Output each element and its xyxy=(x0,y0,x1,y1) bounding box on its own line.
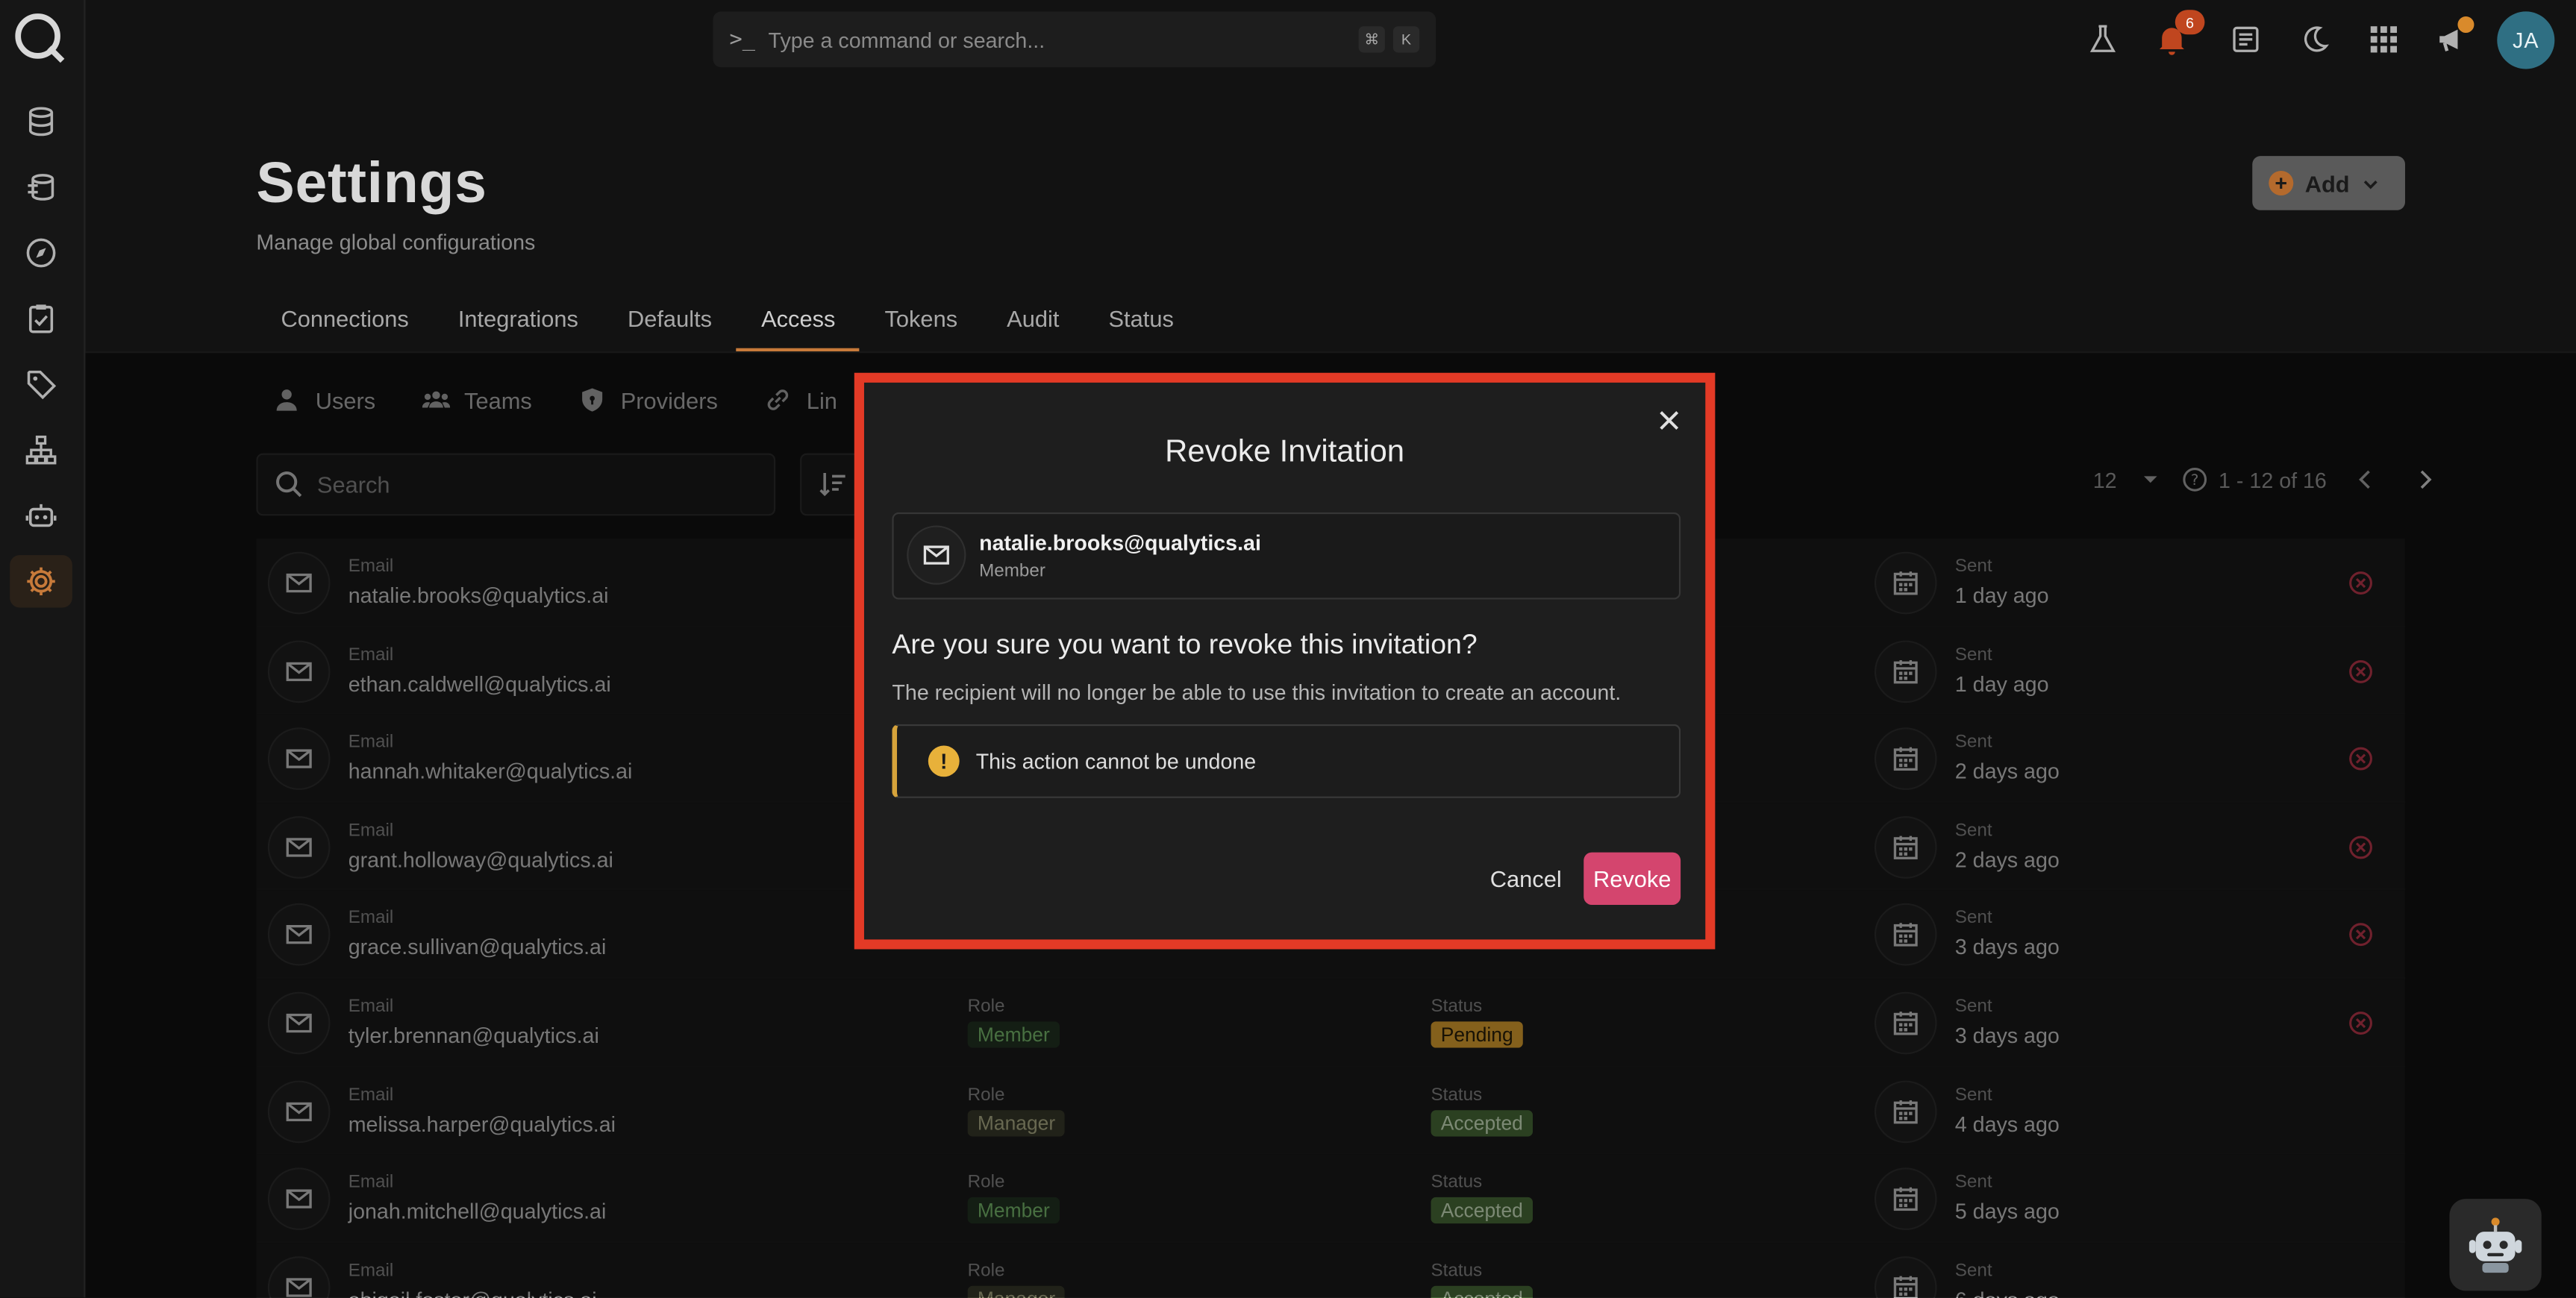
page-subtitle: Manage global configurations xyxy=(256,230,536,255)
sidebar xyxy=(0,0,86,1298)
notification-count-badge: 6 xyxy=(2175,10,2205,35)
sidebar-item-flows[interactable] xyxy=(10,161,72,213)
stack-flow-icon xyxy=(28,174,54,201)
command-search-input[interactable]: >_ Type a command or search... ⌘ K xyxy=(713,11,1437,68)
sidebar-item-explore[interactable] xyxy=(10,227,72,279)
close-icon[interactable] xyxy=(1657,409,1681,432)
user-avatar[interactable]: JA xyxy=(2497,11,2555,69)
confirm-explanation: The recipient will no longer be able to … xyxy=(892,680,1622,705)
sidebar-item-hierarchy[interactable] xyxy=(10,424,72,476)
settings-tabs: Connections Integrations Defaults Access… xyxy=(256,292,1198,352)
warning-text: This action cannot be undone xyxy=(975,748,1257,774)
page-title: Settings xyxy=(256,151,487,216)
revoke-button[interactable]: Revoke xyxy=(1584,852,1681,906)
document-icon xyxy=(2233,26,2259,52)
tab-status[interactable]: Status xyxy=(1084,292,1198,351)
clipboard-check-icon xyxy=(28,304,54,333)
tab-integrations[interactable]: Integrations xyxy=(434,292,603,351)
cancel-button[interactable]: Cancel xyxy=(1490,865,1562,891)
labs-button[interactable] xyxy=(2083,19,2123,59)
qualytics-logo[interactable] xyxy=(13,11,66,63)
exclamation-icon: ! xyxy=(928,745,960,777)
sidebar-item-settings[interactable] xyxy=(10,555,72,608)
tab-access[interactable]: Access xyxy=(737,292,860,352)
gear-icon xyxy=(27,567,55,596)
shortcut-key: ⌘ xyxy=(1358,26,1385,53)
announcement-dot xyxy=(2457,16,2475,34)
invite-role: Member xyxy=(979,561,1045,582)
tab-connections[interactable]: Connections xyxy=(256,292,433,351)
hierarchy-icon xyxy=(25,435,57,465)
tab-defaults[interactable]: Defaults xyxy=(603,292,737,351)
revoke-invitation-dialog: Revoke Invitation natalie.brooks@qualyti… xyxy=(863,382,1706,940)
compass-icon xyxy=(26,238,56,268)
flask-icon xyxy=(2089,25,2116,52)
confirm-question: Are you sure you want to revoke this inv… xyxy=(892,629,1478,661)
theme-toggle-button[interactable] xyxy=(2295,19,2334,59)
dialog-title: Revoke Invitation xyxy=(1165,435,1405,470)
tab-tokens[interactable]: Tokens xyxy=(860,292,982,351)
assistant-bot-button[interactable] xyxy=(2449,1199,2542,1291)
chevron-down-icon xyxy=(2364,179,2378,189)
sidebar-item-agents[interactable] xyxy=(10,489,72,542)
apps-button[interactable] xyxy=(2364,19,2404,59)
robot-icon xyxy=(25,504,57,527)
sidebar-item-checks[interactable] xyxy=(10,292,72,345)
invite-summary-card: natalie.brooks@qualytics.ai Member xyxy=(892,512,1681,600)
envelope-badge xyxy=(907,525,966,585)
grid-icon xyxy=(2370,26,2397,53)
shortcut-key: K xyxy=(1392,26,1420,53)
robot-icon xyxy=(2469,1217,2522,1273)
moon-icon xyxy=(2304,26,2329,52)
warning-banner: ! This action cannot be undone xyxy=(892,724,1681,798)
invite-email: natalie.brooks@qualytics.ai xyxy=(979,530,1261,556)
app-root: >_ Type a command or search... ⌘ K 6 JA … xyxy=(0,0,2576,1298)
terminal-prompt-icon: >_ xyxy=(729,27,755,52)
docs-button[interactable] xyxy=(2226,19,2266,59)
tab-audit[interactable]: Audit xyxy=(982,292,1084,351)
sidebar-item-datastores[interactable] xyxy=(10,95,72,148)
plus-circle-icon: + xyxy=(2269,170,2294,195)
database-icon xyxy=(28,107,54,137)
envelope-icon xyxy=(923,545,949,565)
tag-icon xyxy=(27,370,57,400)
command-placeholder: Type a command or search... xyxy=(768,27,1045,52)
sidebar-item-tags[interactable] xyxy=(10,358,72,410)
add-label: Add xyxy=(2304,169,2350,197)
add-button[interactable]: + Add xyxy=(2252,156,2405,210)
